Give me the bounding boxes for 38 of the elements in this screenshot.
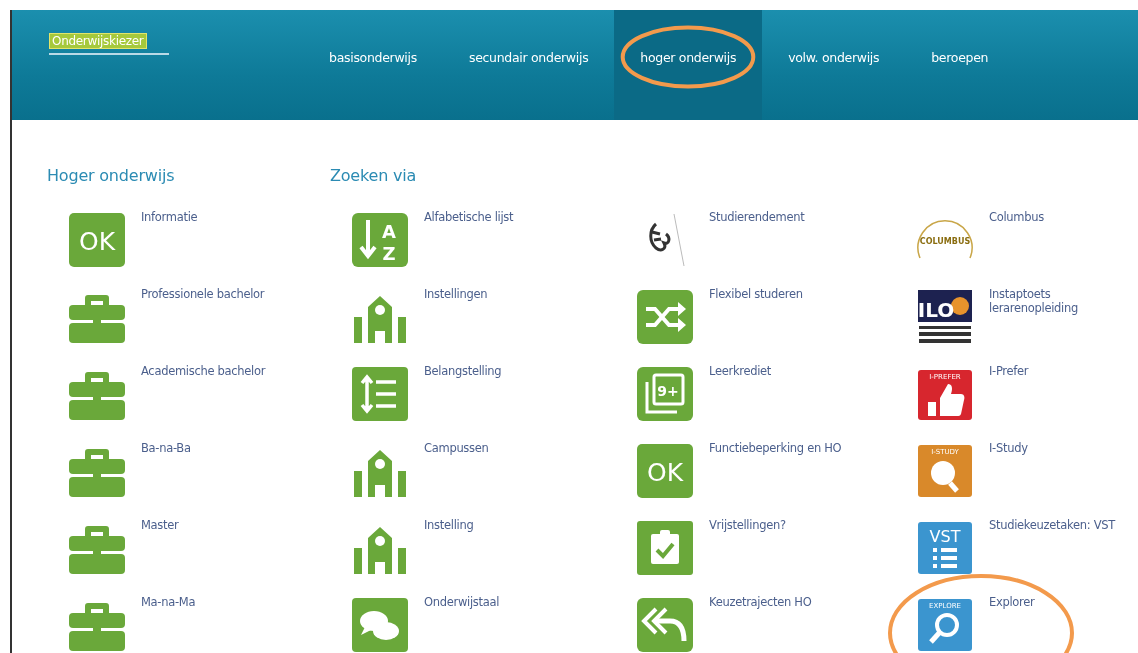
nav-link[interactable]: secundair onderwijs	[442, 10, 615, 120]
tile-link[interactable]: Campussen	[330, 441, 489, 518]
section-heading: Zoeken via	[330, 166, 418, 187]
shuffle-icon	[636, 289, 694, 345]
tile-link[interactable]: Vrijstellingen?	[615, 518, 786, 595]
tile-link[interactable]: Ma-na-Ma	[47, 595, 196, 653]
tile-link[interactable]: OK Informatie	[47, 210, 198, 287]
tile-link[interactable]: Studierendement	[615, 210, 805, 287]
tile-link[interactable]: Flexibel studeren	[615, 287, 803, 364]
tile-link[interactable]: VST Studiekeuzetaken: VST	[895, 518, 1115, 595]
nav-link[interactable]: beroepen	[905, 10, 1015, 120]
ok-sign-icon: OK	[636, 443, 694, 499]
clipboard-check-icon	[636, 520, 694, 576]
tile-link[interactable]: 9+ Leerkrediet	[615, 364, 772, 441]
list-icon	[351, 366, 409, 422]
sort-az-icon: A Z	[351, 212, 409, 268]
section-heading: Hoger onderwijs	[47, 166, 176, 187]
tile-link[interactable]: Onderwijstaal	[330, 595, 500, 653]
cards-icon: 9+	[636, 366, 694, 422]
nav-link[interactable]: hoger onderwijs	[614, 10, 763, 120]
vst-list-icon: VST	[916, 520, 974, 576]
tile-link[interactable]: OK Functiebeperking en HO	[615, 441, 842, 518]
nav-link[interactable]: basisonderwijs	[303, 10, 443, 120]
tile-link[interactable]: A Z Alfabetische lijst	[330, 210, 514, 287]
reply-icon	[636, 597, 694, 653]
chat-icon	[351, 597, 409, 653]
tile-link[interactable]: Instellingen	[330, 287, 488, 364]
tile-link[interactable]: ILO Instaptoets lerarenopleiding	[895, 287, 1129, 364]
tile-link[interactable]: Ba-na-Ba	[47, 441, 191, 518]
tile-link[interactable]: COLUMBUS Columbus	[895, 210, 1044, 287]
tile-link[interactable]: Academische bachelor	[47, 364, 266, 441]
tile-link[interactable]: Master	[47, 518, 179, 595]
tile-link[interactable]: Instelling	[330, 518, 474, 595]
tile-link[interactable]: Professionele bachelor	[47, 287, 265, 364]
nav-link[interactable]: volw. onderwijs	[762, 10, 906, 120]
ok-sign-icon: OK	[68, 212, 126, 268]
tile-link[interactable]: Keuzetrajecten HO	[615, 595, 812, 653]
tile-link[interactable]: Belangstelling	[330, 364, 502, 441]
